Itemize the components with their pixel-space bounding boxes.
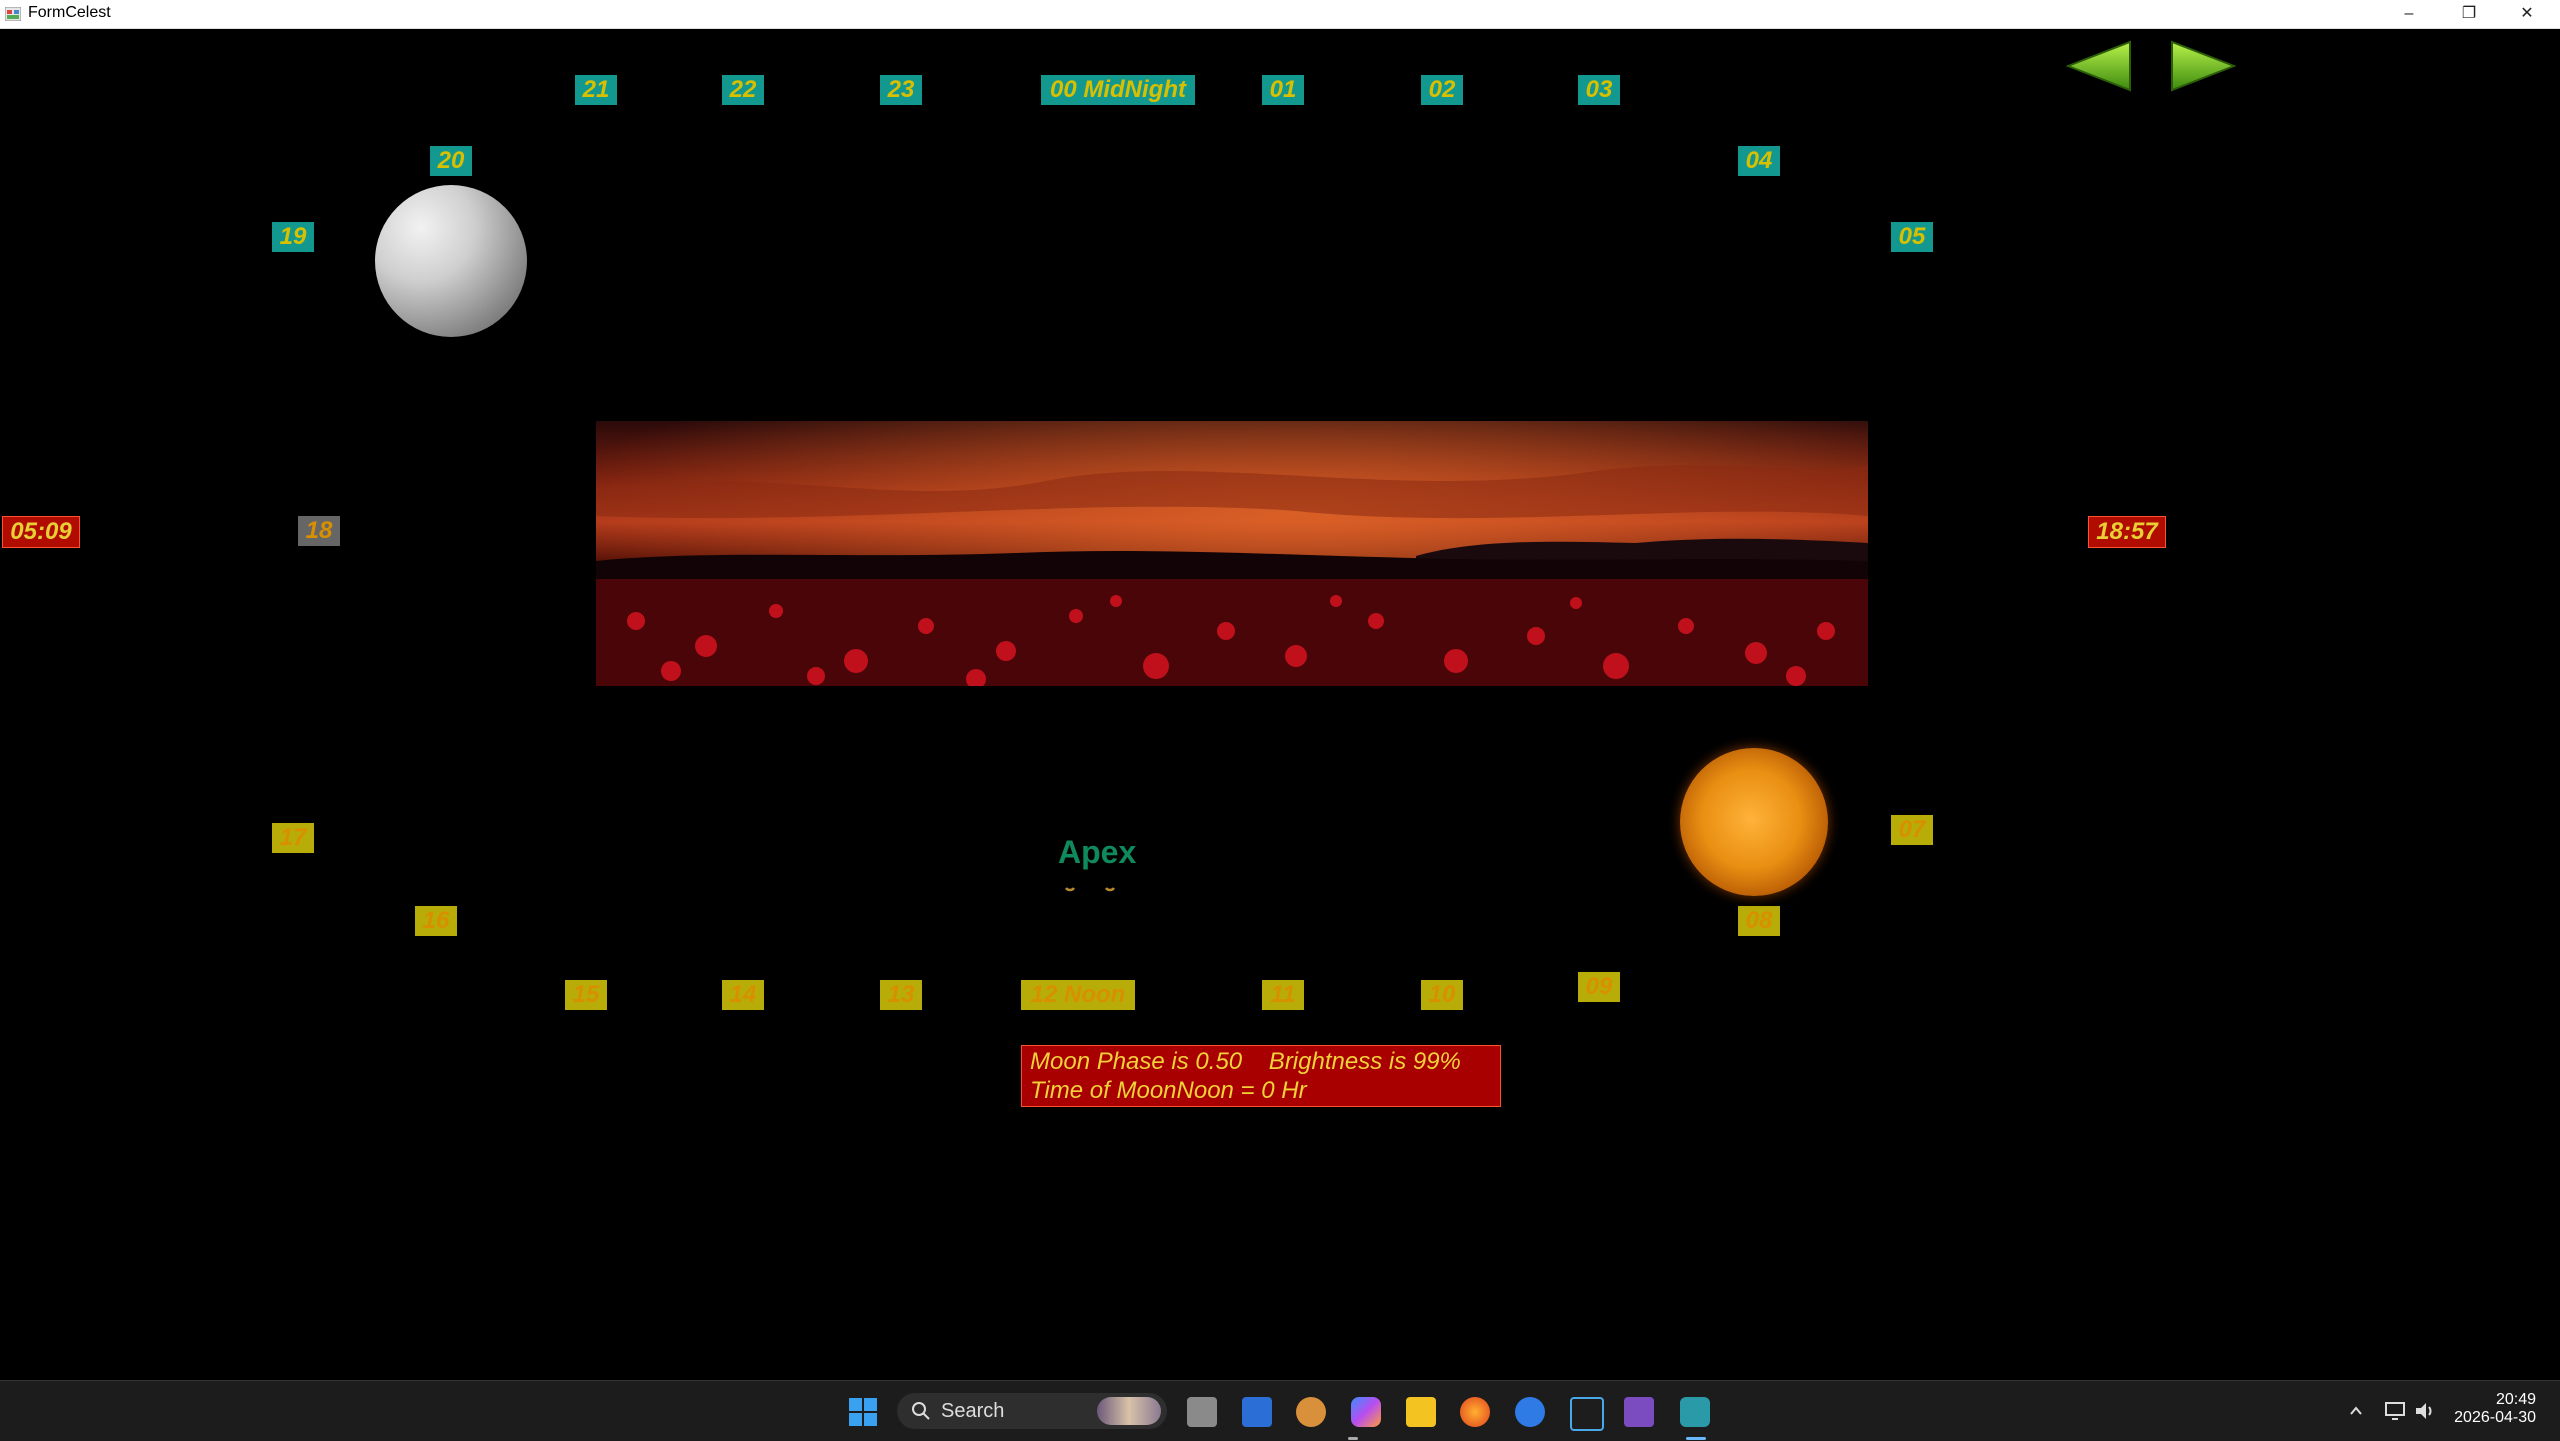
hour-22: 22: [722, 75, 764, 105]
network-icon[interactable]: [2384, 1401, 2406, 1421]
hour-13: 13: [880, 980, 922, 1010]
hour-03: 03: [1578, 75, 1620, 105]
outlook-icon[interactable]: [1242, 1397, 1272, 1427]
clock-date: 2026-04-30: [2454, 1409, 2536, 1426]
apex-label: Apex: [1058, 834, 1137, 870]
browser-icon[interactable]: [1515, 1397, 1545, 1427]
close-button[interactable]: ✕: [2498, 0, 2556, 28]
visual-studio-icon[interactable]: [1624, 1397, 1654, 1427]
formcelest-app-icon[interactable]: [1680, 1397, 1710, 1427]
firefox-icon[interactable]: [1460, 1397, 1490, 1427]
taskbar-search[interactable]: Search: [897, 1393, 1167, 1429]
title-bar: FormCelest – ❐ ✕: [0, 0, 2560, 29]
hour-19: 19: [272, 222, 314, 252]
app-icon: [5, 7, 21, 21]
moon-image: [375, 185, 527, 337]
windows-start-icon[interactable]: [848, 1397, 878, 1427]
hour-08: 08: [1738, 906, 1780, 936]
hour-14: 14: [722, 980, 764, 1010]
hour-12-noon: 12 Noon: [1021, 980, 1135, 1010]
sunrise-time: 05:09: [2, 516, 80, 548]
moon-phase-text: Moon Phase is 0.50 Brightness is 99%: [1030, 1048, 1461, 1075]
file-explorer-icon[interactable]: [1406, 1397, 1436, 1427]
hour-15: 15: [565, 980, 607, 1010]
hour-05: 05: [1891, 222, 1933, 252]
taskbar: Search 20:49 2026-04-30: [0, 1380, 2560, 1441]
hour-18-current: 18: [298, 516, 340, 546]
window-title: FormCelest: [28, 4, 111, 21]
hour-10: 10: [1421, 980, 1463, 1010]
moon-info-panel: Moon Phase is 0.50 Brightness is 99% Tim…: [1021, 1045, 1501, 1107]
sun-image: [1680, 748, 1828, 896]
copilot-icon[interactable]: [1351, 1397, 1381, 1427]
hour-00-midnight: 00 MidNight: [1041, 75, 1195, 105]
paint-icon[interactable]: [1296, 1397, 1326, 1427]
search-label: Search: [941, 1400, 1005, 1422]
hour-16: 16: [415, 906, 457, 936]
next-arrow-icon[interactable]: [2170, 38, 2236, 94]
task-view-icon[interactable]: [1187, 1397, 1217, 1427]
minimize-button[interactable]: –: [2380, 0, 2438, 28]
previous-arrow-icon[interactable]: [2066, 38, 2132, 94]
hour-20: 20: [430, 146, 472, 176]
clock[interactable]: 20:49 2026-04-30: [2454, 1391, 2536, 1427]
hour-17: 17: [272, 823, 314, 853]
hour-04: 04: [1738, 146, 1780, 176]
hour-02: 02: [1421, 75, 1463, 105]
hour-11: 11: [1262, 980, 1304, 1010]
poppy-field-sunset-image: [596, 421, 1868, 686]
search-icon: [912, 1402, 930, 1420]
paint-brush-icon[interactable]: [1570, 1397, 1604, 1431]
hour-07: 07: [1891, 815, 1933, 845]
hour-09: 09: [1578, 972, 1620, 1002]
apex-markers-icon: [1065, 887, 1115, 892]
clock-time: 20:49: [2495, 1391, 2536, 1408]
hour-23: 23: [880, 75, 922, 105]
sunset-time: 18:57: [2088, 516, 2166, 548]
volume-icon[interactable]: [2414, 1401, 2436, 1421]
chevron-up-icon[interactable]: [2348, 1403, 2364, 1419]
restore-button[interactable]: ❐: [2440, 0, 2498, 28]
moon-noon-text: Time of MoonNoon = 0 Hr: [1030, 1077, 1307, 1104]
hour-01: 01: [1262, 75, 1304, 105]
search-highlight-image: [1097, 1397, 1161, 1425]
hour-21: 21: [575, 75, 617, 105]
